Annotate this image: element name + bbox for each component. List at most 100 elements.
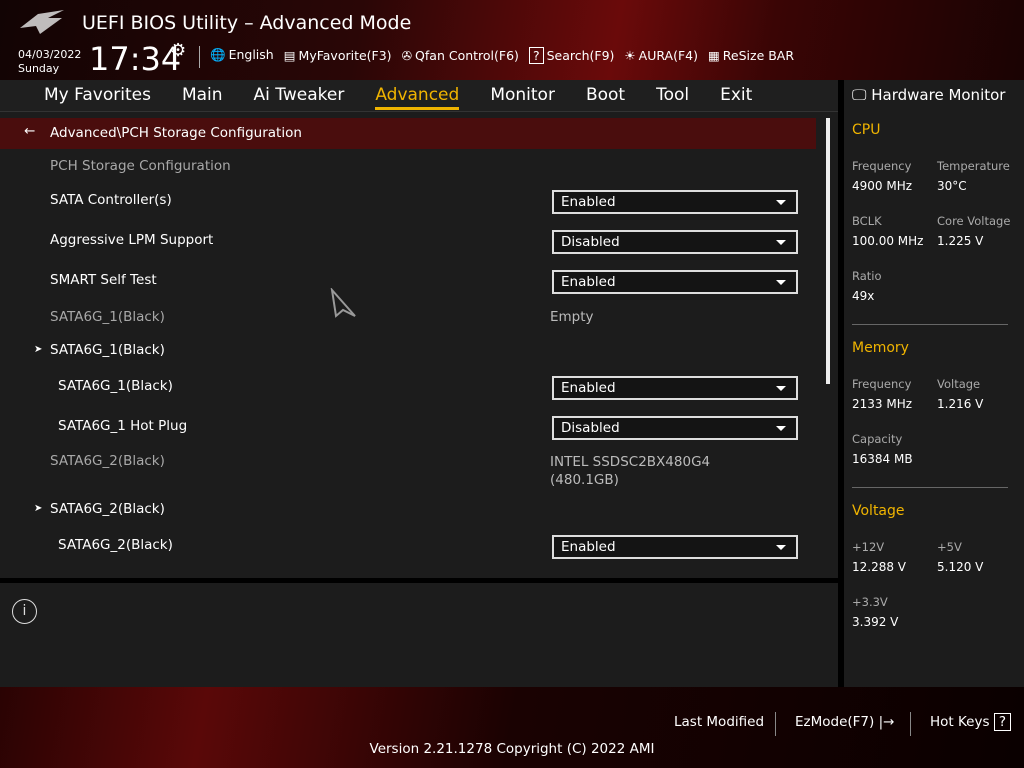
myfavorite-button[interactable]: ▤ MyFavorite(F3) [284,48,392,63]
lpm-label: Aggressive LPM Support [50,232,214,248]
v33: 3.392 V [852,615,899,629]
expand-arrow-icon: ➤ [34,503,43,514]
help-icon: ? [993,713,1011,731]
monitor-icon: 🖵 [852,86,867,104]
divider [852,487,1008,488]
label: English [228,47,274,62]
favorite-list-icon: ▤ [283,47,296,63]
divider [852,324,1008,325]
monitor-title: 🖵 Hardware Monitor [852,86,1005,104]
label: Qfan Control(F6) [415,47,519,63]
divider [910,712,911,736]
section-title: PCH Storage Configuration [50,158,231,174]
label: ReSize BAR [722,47,795,63]
mouse-cursor-icon [330,288,356,318]
port1-select[interactable]: Enabled [552,376,798,400]
fan-icon: ✇ [401,47,413,63]
label: Hot Keys [930,714,990,730]
port2-select[interactable]: Enabled [552,535,798,559]
toolbar: 🌐 English ▤ MyFavorite(F3) ✇ Qfan Control(F… [210,46,794,64]
tab-advanced[interactable]: Advanced [375,80,460,110]
port1-hotplug-select[interactable]: Disabled [552,416,798,440]
label: Search(F9) [546,47,615,63]
expand-arrow-icon: ➤ [34,344,43,355]
settings-panel: ← Advanced\PCH Storage Configuration PCH … [0,112,838,578]
ratio-label: Ratio [852,269,882,283]
port1-hotplug-label: SATA6G_1 Hot Plug [58,418,188,434]
version-text: Version 2.21.1278 Copyright (C) 2022 AMI [369,741,655,757]
label: EzMode(F7) [795,714,875,730]
memory-title: Memory [852,340,909,356]
hot-keys-button[interactable]: Hot Keys ? [930,713,1011,731]
v5-label: +5V [937,540,962,554]
cpu-freq: 4900 MHz [852,179,913,193]
cpu-temp: 30°C [937,179,967,193]
cpu-freq-label: Frequency [852,159,912,173]
port2-label: SATA6G_2(Black) [58,537,173,553]
v12: 12.288 V [852,560,907,574]
smart-label: SMART Self Test [50,272,157,288]
tab-tool[interactable]: Tool [656,80,689,112]
help-panel: i [0,583,838,687]
smart-select[interactable]: Enabled [552,270,798,294]
ratio: 49x [852,289,875,303]
divider [199,46,200,68]
aura-button[interactable]: ☀ AURA(F4) [624,48,698,63]
port1-info-label: SATA6G_1(Black) [50,309,165,325]
qfan-control-button[interactable]: ✇ Qfan Control(F6) [402,48,519,63]
mem-freq-label: Frequency [852,377,912,391]
tab-boot[interactable]: Boot [586,80,625,112]
label: SATA6G_2(Black) [50,501,165,517]
port1-label: SATA6G_1(Black) [58,378,173,394]
drive-model: INTEL SSDSC2BX480G4 [550,454,711,470]
mem-freq: 2133 MHz [852,397,913,411]
language-button[interactable]: 🌐 English [210,47,274,63]
breadcrumb-text: Advanced\PCH Storage Configuration [50,125,302,141]
back-arrow-icon[interactable]: ← [24,123,35,139]
scrollbar[interactable] [826,118,830,384]
port1-info-value: Empty [550,309,594,325]
cpu-temp-label: Temperature [937,159,1010,173]
lpm-select[interactable]: Disabled [552,230,798,254]
search-button[interactable]: ? Search(F9) [528,46,615,64]
last-modified-button[interactable]: Last Modified [674,714,764,730]
clock: 17:34 [89,40,182,78]
label: Hardware Monitor [871,86,1006,104]
mem-cap: 16384 MB [852,452,913,466]
resize-bar-button[interactable]: ▦ ReSize BAR [708,48,794,63]
label: AURA(F4) [638,47,698,63]
day: Sunday [18,62,60,75]
port2-info-label: SATA6G_2(Black) [50,453,165,469]
port2-info-value: INTEL SSDSC2BX480G4 (480.1GB) [550,453,710,489]
tab-exit[interactable]: Exit [720,80,752,112]
gear-icon[interactable]: ⚙ [170,40,186,61]
drive-size: (480.1GB) [550,472,619,488]
port1-submenu[interactable]: ➤ SATA6G_1(Black) [34,342,165,358]
tab-ai-tweaker[interactable]: Ai Tweaker [254,80,345,112]
info-icon: i [12,599,37,624]
tab-my-favorites[interactable]: My Favorites [44,80,151,112]
breadcrumb[interactable]: ← Advanced\PCH Storage Configuration [0,118,816,149]
mem-volt: 1.216 V [937,397,984,411]
port2-submenu[interactable]: ➤ SATA6G_2(Black) [34,501,165,517]
ezmode-button[interactable]: EzMode(F7) |→ [795,714,894,730]
core-voltage: 1.225 V [937,234,984,248]
mem-cap-label: Capacity [852,432,903,446]
main-tabs: My Favorites Main Ai Tweaker Advanced Mo… [0,80,838,112]
divider [775,712,776,736]
label: MyFavorite(F3) [298,47,392,63]
mem-volt-label: Voltage [937,377,981,391]
v12-label: +12V [852,540,885,554]
sata-controller-label: SATA Controller(s) [50,192,172,208]
hardware-monitor: 🖵 Hardware Monitor CPU Frequency 4900 MH… [844,80,1024,687]
tab-monitor[interactable]: Monitor [490,80,555,112]
tab-main[interactable]: Main [182,80,223,112]
bclk: 100.00 MHz [852,234,924,248]
date: 04/03/2022 [18,48,82,61]
v5: 5.120 V [937,560,984,574]
voltage-title: Voltage [852,503,905,519]
rog-logo-icon [20,10,64,34]
sata-controller-select[interactable]: Enabled [552,190,798,214]
resize-bar-icon: ▦ [707,47,720,63]
core-voltage-label: Core Voltage [937,214,1011,228]
